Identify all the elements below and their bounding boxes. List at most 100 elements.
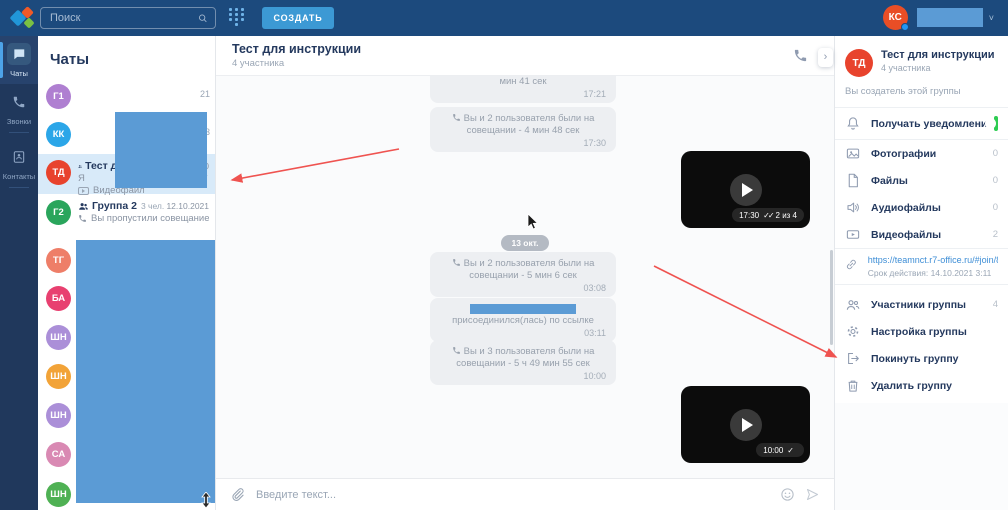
chat-time: 12.10.2021 [166,201,209,211]
panel-subtitle: 4 участника [881,63,995,73]
apps-grid-icon[interactable] [228,8,248,28]
attach-icon[interactable] [230,487,245,502]
message-text: мин 41 сек [499,76,546,87]
play-icon[interactable] [730,409,762,441]
message-time: 03:08 [440,283,606,293]
message-input[interactable] [256,489,770,501]
members-count: 4 [993,299,998,310]
action-leave-group[interactable]: Покинуть группу [835,345,1008,372]
status-dot [901,23,909,31]
video-message[interactable]: 17:30✓✓2 из 4 [681,151,810,228]
audio-icon [845,200,861,215]
search-input[interactable] [41,12,198,24]
video-icon [845,227,861,242]
media-item-photos[interactable]: Фотографии 0 [835,140,1008,167]
send-icon[interactable] [805,487,820,502]
search-icon [198,12,208,25]
message-text: Вы и 2 пользователя были на совещании - … [464,258,595,281]
system-message: Вы и 2 пользователя были на совещании - … [430,107,616,152]
message-composer [216,478,834,510]
redaction-overlay [917,8,983,27]
action-label: Настройка группы [871,326,967,338]
avatar: ТД [46,160,71,185]
play-icon[interactable] [730,174,762,206]
divider [9,132,29,133]
phone-icon [452,113,461,125]
sidebar-item-chats[interactable]: Чаты [0,36,38,84]
sidebar-item-label: Чаты [0,69,38,78]
bell-icon [845,116,861,131]
app-logo-icon[interactable] [10,5,38,31]
chat-members: 3 чел. [141,201,164,211]
global-search [40,7,216,29]
avatar[interactable]: ТГ [46,248,71,273]
media-count: 0 [993,175,998,186]
redaction-overlay [470,304,576,314]
chat-list-title: Чаты [38,36,215,78]
link-expiry: Срок действия: 14.10.2021 3:11 [868,268,998,278]
chat-row[interactable]: Г2 Группа 2 3 чел. 12.10.2021 Вы пропуст… [38,194,215,234]
notifications-row: Получать уведомления [835,108,1008,139]
user-chip[interactable]: КС ˅ [883,5,994,30]
app-window: СОЗДАТЬ КС ˅ Чаты Звонки Контакты Чаты Г… [0,0,1008,510]
left-nav: Чаты Звонки Контакты [0,36,38,510]
media-item-files[interactable]: Файлы 0 [835,167,1008,194]
chat-preview-sender: Я [78,173,85,184]
avatar[interactable]: СА [46,442,71,467]
phone-icon [7,91,31,113]
avatar[interactable]: ШН [46,403,71,428]
message-time: 17:21 [440,89,606,99]
conversation-subtitle: 4 участника [232,58,818,69]
chat-list-panel: Чаты Г1 21 КК 43 ТД Тест для инс... 4 че… [38,36,216,510]
invite-link-row[interactable]: https://teamnct.r7-office.ru/#join/8b23.… [835,249,1008,284]
chat-title: Группа 2 [92,200,137,212]
read-status: 2 из 4 [776,211,797,220]
create-button[interactable]: СОЗДАТЬ [262,7,334,29]
sidebar-item-contacts[interactable]: Контакты [0,139,38,194]
video-message[interactable]: 10:00 ✓ [681,386,810,463]
panel-footer [835,403,1008,510]
action-delete-group[interactable]: Удалить группу [835,372,1008,399]
trash-icon [845,378,861,393]
chat-preview: Вы пропустили совещание 3 польз.. [91,213,209,224]
chevron-down-icon[interactable]: ˅ [989,13,994,23]
system-message: присоединился(лась) по ссылке 03:11 [430,298,616,342]
chat-row[interactable]: Г1 21 [38,78,215,116]
scrollbar[interactable] [830,250,833,345]
sidebar-item-calls[interactable]: Звонки [0,84,38,139]
avatar[interactable]: ШН [46,364,71,389]
action-group-settings[interactable]: Настройка группы [835,318,1008,345]
message-text: Вы и 2 пользователя были на совещании - … [464,113,595,136]
message-time: 03:11 [440,328,606,338]
avatar: Г1 [46,84,71,109]
gear-icon [845,324,861,339]
avatar[interactable]: БА [46,286,71,311]
user-initials: КС [889,12,902,23]
group-icon [78,161,82,172]
media-item-video[interactable]: Видеофайлы 2 [835,221,1008,248]
collapse-panel-button[interactable]: › [818,48,833,67]
message-time: 17:30 [739,211,759,220]
notifications-toggle[interactable] [994,116,998,131]
check-icon: ✓ [787,446,794,455]
message-text: присоединился(лась) по ссылке [452,315,594,326]
message-time: 17:30 [440,138,606,148]
avatar: КК [46,122,71,147]
sidebar-item-label: Контакты [0,172,38,181]
avatar[interactable]: ШН [46,325,71,350]
chat-icon [7,43,31,65]
avatar: ТД [845,49,873,77]
media-item-audio[interactable]: Аудиофайлы 0 [835,194,1008,221]
call-icon[interactable] [793,48,808,68]
group-info-panel: ТД Тест для инструкции 4 участника Вы со… [834,36,1008,510]
emoji-icon[interactable] [780,487,795,502]
avatar[interactable]: КС [883,5,908,30]
people-icon [845,297,861,313]
avatar[interactable]: ШН [46,482,71,507]
message-time: 10:00 [763,446,783,455]
action-label: Покинуть группу [871,353,959,365]
conversation-title: Тест для инструкции [232,42,818,56]
action-label: Удалить группу [871,380,952,392]
action-group-members[interactable]: Участники группы 4 [835,291,1008,318]
invite-link[interactable]: https://teamnct.r7-office.ru/#join/8b23.… [868,255,998,265]
